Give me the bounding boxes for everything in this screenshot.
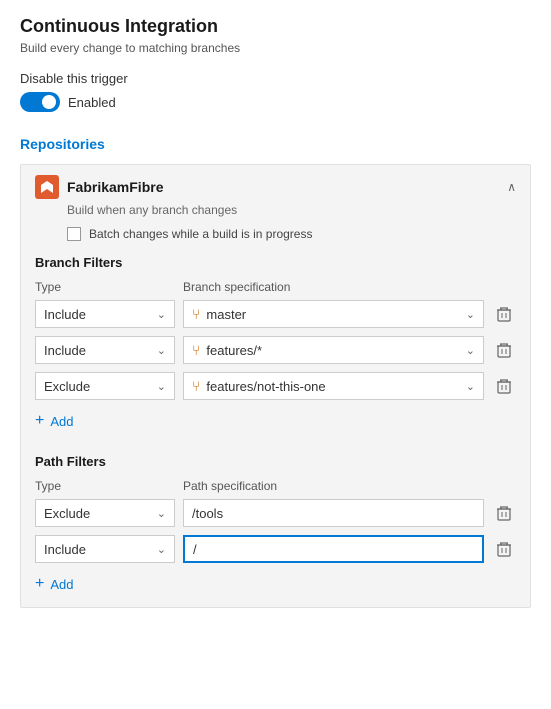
path-spec-header: Path specification [183,479,516,493]
path-type-chevron-0: ⌄ [157,507,166,520]
branch-type-select-2[interactable]: Exclude ⌄ [35,372,175,400]
path-filter-row-0: Exclude ⌄ /tools [35,499,516,527]
path-delete-btn-1[interactable] [492,537,516,561]
path-filters-section: Path Filters Type Path specification Exc… [35,454,516,597]
branch-filter-headers: Type Branch specification [35,280,516,294]
disable-trigger-label: Disable this trigger [20,71,531,86]
branch-spec-header: Branch specification [183,280,516,294]
batch-checkbox-row: Batch changes while a build is in progre… [67,227,516,241]
path-type-value-0: Exclude [44,506,90,521]
branch-spec-value-2: features/not-this-one [206,379,325,394]
path-filter-row-1: Include ⌄ [35,535,516,563]
path-spec-text-0: /tools [183,499,484,527]
branch-filters-section: Branch Filters Type Branch specification… [35,255,516,434]
branch-spec-chevron-0: ⌄ [466,308,475,321]
repo-card: FabrikamFibre ∧ Build when any branch ch… [20,164,531,608]
delete-icon-1 [497,342,511,358]
branch-type-chevron-1: ⌄ [157,344,166,357]
path-add-btn[interactable]: + Add [35,571,516,597]
toggle-row: Enabled [20,92,531,112]
path-delete-icon-1 [497,541,511,557]
path-spec-input-1[interactable] [183,535,484,563]
branch-icon-2: ⑂ [192,378,200,394]
branch-delete-btn-0[interactable] [492,302,516,326]
delete-icon-0 [497,306,511,322]
branch-spec-box-2[interactable]: ⑂ features/not-this-one ⌄ [183,372,484,400]
branch-type-value-1: Include [44,343,86,358]
branch-delete-btn-1[interactable] [492,338,516,362]
branch-type-header: Type [35,280,175,294]
branch-type-value-2: Exclude [44,379,90,394]
repo-subtitle: Build when any branch changes [67,203,516,217]
branch-icon-0: ⑂ [192,306,200,322]
branch-filter-row-2: Exclude ⌄ ⑂ features/not-this-one ⌄ [35,372,516,400]
toggle-text: Enabled [68,95,116,110]
repo-logo-icon [39,179,55,195]
page-subtitle: Build every change to matching branches [20,41,531,55]
branch-type-chevron-2: ⌄ [157,380,166,393]
branch-add-plus-icon: + [35,412,44,430]
path-delete-btn-0[interactable] [492,501,516,525]
branch-type-chevron-0: ⌄ [157,308,166,321]
path-type-header: Type [35,479,175,493]
branch-spec-box-1[interactable]: ⑂ features/* ⌄ [183,336,484,364]
branch-filter-row-1: Include ⌄ ⑂ features/* ⌄ [35,336,516,364]
branch-add-btn[interactable]: + Add [35,408,516,434]
batch-label: Batch changes while a build is in progre… [89,227,312,241]
branch-type-select-0[interactable]: Include ⌄ [35,300,175,328]
repo-name: FabrikamFibre [67,179,499,195]
branch-icon-1: ⑂ [192,342,200,358]
repo-header: FabrikamFibre ∧ [35,175,516,199]
branch-spec-chevron-2: ⌄ [466,380,475,393]
branch-filter-row-0: Include ⌄ ⑂ master ⌄ [35,300,516,328]
branch-type-value-0: Include [44,307,86,322]
toggle-track [20,92,60,112]
path-filters-title: Path Filters [35,454,516,469]
branch-filters-title: Branch Filters [35,255,516,270]
path-type-select-1[interactable]: Include ⌄ [35,535,175,563]
branch-spec-value-1: features/* [206,343,262,358]
path-type-value-1: Include [44,542,86,557]
branch-add-label: Add [50,414,73,429]
branch-spec-value-0: master [206,307,246,322]
repo-collapse-icon[interactable]: ∧ [507,180,516,194]
page-title: Continuous Integration [20,16,531,37]
toggle-thumb [42,95,56,109]
delete-icon-2 [497,378,511,394]
branch-spec-chevron-1: ⌄ [466,344,475,357]
path-add-plus-icon: + [35,575,44,593]
enabled-toggle[interactable] [20,92,60,112]
branch-spec-box-0[interactable]: ⑂ master ⌄ [183,300,484,328]
branch-delete-btn-2[interactable] [492,374,516,398]
path-add-label: Add [50,577,73,592]
branch-type-select-1[interactable]: Include ⌄ [35,336,175,364]
path-type-select-0[interactable]: Exclude ⌄ [35,499,175,527]
page-container: Continuous Integration Build every chang… [0,0,551,640]
batch-checkbox[interactable] [67,227,81,241]
path-type-chevron-1: ⌄ [157,543,166,556]
path-filter-headers: Type Path specification [35,479,516,493]
repo-icon [35,175,59,199]
path-delete-icon-0 [497,505,511,521]
repositories-section-title: Repositories [20,136,531,152]
